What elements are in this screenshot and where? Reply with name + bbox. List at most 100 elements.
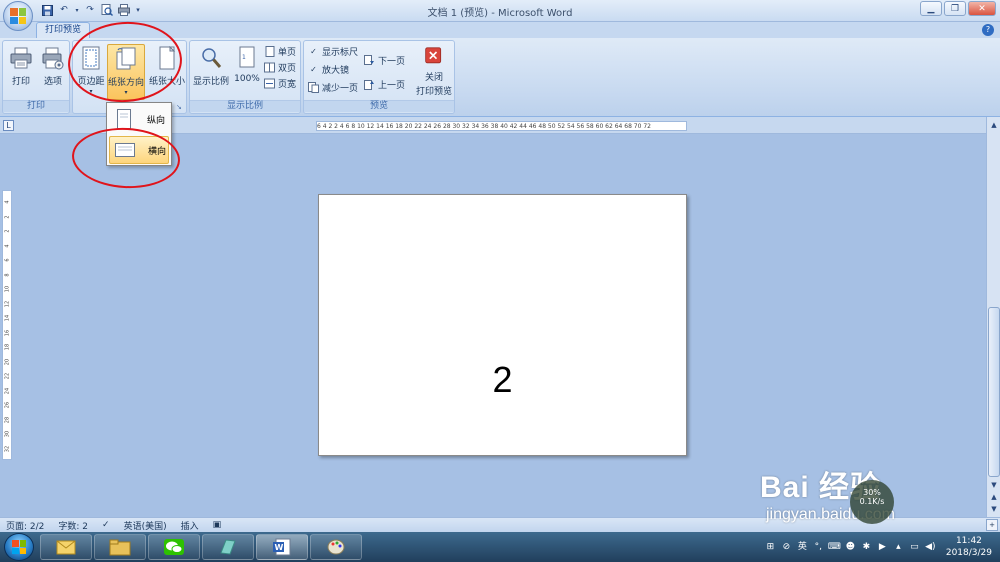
print-label: 打印 — [11, 77, 30, 87]
vertical-ruler-tick: 4 — [4, 200, 11, 204]
tray-language[interactable]: 英 — [796, 541, 809, 554]
help-icon[interactable]: ? — [982, 24, 994, 36]
close-icon[interactable]: ✕ — [968, 1, 996, 16]
landscape-option[interactable]: 横向 — [109, 136, 169, 164]
landscape-page-icon — [114, 139, 136, 161]
status-page[interactable]: 页面: 2/2 — [6, 519, 44, 532]
explorer-icon[interactable] — [94, 534, 146, 560]
office-button[interactable] — [3, 1, 33, 31]
portrait-option[interactable]: 纵向 — [109, 105, 169, 133]
next-page-label: 下一页 — [378, 57, 406, 67]
paint-icon[interactable] — [310, 534, 362, 560]
vertical-ruler-tick: 30 — [4, 430, 11, 438]
magnifier-checkbox[interactable]: ✓ 放大镜 — [308, 62, 349, 77]
media-icon[interactable]: ▶ — [876, 541, 889, 554]
portrait-label: 纵向 — [147, 115, 166, 126]
zoom-button[interactable]: 显示比例 — [192, 44, 230, 100]
title-bar: ↶ ▾ ↷ ▾ 文档 1 (预览) - Microsoft Word ▁ ❐ ✕ — [0, 0, 1000, 22]
chevron-down-icon: ▾ — [124, 89, 128, 96]
status-insert[interactable]: 插入 — [181, 519, 199, 532]
window-controls: ▁ ❐ ✕ — [920, 1, 996, 16]
close-print-preview-button[interactable]: 关闭 打印预览 — [414, 45, 454, 101]
page-width-label: 页宽 — [278, 80, 297, 90]
prev-page-nav-icon[interactable]: ▲ — [988, 491, 1000, 503]
wechat-icon[interactable] — [148, 534, 200, 560]
zoom-group-label: 显示比例 — [190, 100, 300, 112]
prev-page-button[interactable]: 上一页 — [364, 77, 405, 92]
vertical-ruler[interactable]: 4 2 2 4 6 8 10 12 14 16 18 20 22 24 26 28 30 32 — [2, 190, 12, 460]
landscape-label: 横向 — [148, 146, 167, 157]
scroll-down-icon[interactable]: ▼ — [988, 479, 1000, 491]
settings-icon[interactable]: ✱ — [860, 541, 873, 554]
options-label: 选项 — [43, 77, 62, 87]
vertical-ruler-tick: 14 — [4, 314, 11, 322]
vertical-ruler-tick: 26 — [4, 401, 11, 409]
show-ruler-label: 显示标尺 — [322, 48, 359, 58]
vertical-ruler-tick: 2 — [4, 229, 11, 233]
printer-icon — [10, 47, 32, 69]
clock-time: 11:42 — [955, 536, 982, 546]
ime-icon[interactable]: ⊞ — [764, 541, 777, 554]
scroll-thumb[interactable] — [988, 307, 1000, 477]
close-preview-label-line2: 打印预览 — [415, 87, 452, 97]
size-label: 纸张大小 — [149, 77, 186, 87]
punctuation-icon[interactable]: °, — [812, 541, 825, 554]
proofing-icon[interactable]: ✓ — [102, 520, 110, 530]
maximize-icon[interactable]: ❐ — [944, 1, 966, 16]
horizontal-ruler[interactable]: 6 4 2 2 4 6 8 10 12 14 16 18 20 22 24 26… — [316, 121, 687, 131]
vertical-ruler-tick: 22 — [4, 372, 11, 380]
start-button[interactable] — [4, 533, 34, 561]
options-button[interactable]: 选项 — [37, 44, 69, 100]
next-page-icon — [364, 55, 375, 66]
dialog-launcher-icon[interactable]: ↘ — [176, 103, 184, 111]
show-hidden-icon[interactable]: ▴ — [892, 541, 905, 554]
ime-disabled-icon[interactable]: ⊘ — [780, 541, 793, 554]
orientation-button[interactable]: 纸张方向 ▾ — [107, 44, 145, 100]
notebook-icon[interactable] — [202, 534, 254, 560]
ribbon-tab-row: 打印预览 ? — [0, 22, 1000, 38]
margins-button[interactable]: 页边距 ▾ — [75, 44, 107, 100]
two-pages-label: 双页 — [278, 64, 297, 74]
status-language[interactable]: 英语(美国) — [124, 519, 167, 532]
tab-print-preview[interactable]: 打印预览 — [36, 22, 91, 38]
print-button[interactable]: 打印 — [5, 44, 37, 100]
volume-icon[interactable]: ◀) — [924, 541, 937, 554]
vertical-scrollbar[interactable]: ▲ ▼ ▲ ▼ — [986, 117, 1000, 517]
print-group: 打印 选项 打印 — [2, 40, 70, 114]
word-icon[interactable]: W — [256, 534, 308, 560]
vertical-ruler-tick: 28 — [4, 416, 11, 423]
page-number-text: 2 — [492, 359, 513, 400]
show-ruler-checkbox[interactable]: ✓ 显示标尺 — [308, 44, 358, 59]
one-page-icon — [264, 46, 275, 57]
vertical-ruler-tick: 8 — [4, 272, 11, 277]
zoom-in-icon[interactable]: + — [986, 519, 998, 531]
zoom-100-button[interactable]: 1 100% — [232, 44, 262, 100]
shrink-one-page-button[interactable]: 减少一页 — [308, 80, 358, 95]
page-100-icon: 1 — [239, 46, 255, 68]
page-width-button[interactable]: 页宽 — [264, 76, 296, 91]
tab-selector-icon[interactable]: L — [3, 120, 14, 131]
network-icon[interactable]: ▭ — [908, 541, 921, 554]
vertical-ruler-tick: 6 — [4, 258, 11, 262]
user-icon[interactable]: ☻ — [844, 541, 857, 554]
minimize-icon[interactable]: ▁ — [920, 1, 942, 16]
macro-record-icon[interactable]: ▣ — [213, 520, 222, 530]
size-button[interactable]: 纸张大小 — [149, 44, 185, 100]
zoom-100-label: 100% — [234, 74, 260, 84]
one-page-button[interactable]: 单页 — [264, 44, 296, 59]
keyboard-icon[interactable]: ⌨ — [828, 541, 841, 554]
next-page-button[interactable]: 下一页 — [364, 53, 405, 68]
portrait-page-icon — [113, 108, 135, 130]
clock[interactable]: 11:42 2018/3/29 — [946, 535, 992, 559]
checkmark-icon: ✓ — [310, 65, 317, 74]
next-page-nav-icon[interactable]: ▼ — [988, 503, 1000, 515]
vertical-ruler-tick: 2 — [4, 214, 11, 219]
chevron-down-icon: ▾ — [89, 88, 93, 95]
status-words[interactable]: 字数: 2 — [58, 519, 88, 532]
preview-page[interactable]: 2 — [318, 194, 687, 456]
scroll-up-icon[interactable]: ▲ — [988, 119, 1000, 131]
magnifier-label: 放大镜 — [322, 66, 350, 76]
vertical-ruler-tick: 12 — [4, 300, 11, 307]
outlook-icon[interactable] — [40, 534, 92, 560]
two-pages-button[interactable]: 双页 — [264, 60, 296, 75]
